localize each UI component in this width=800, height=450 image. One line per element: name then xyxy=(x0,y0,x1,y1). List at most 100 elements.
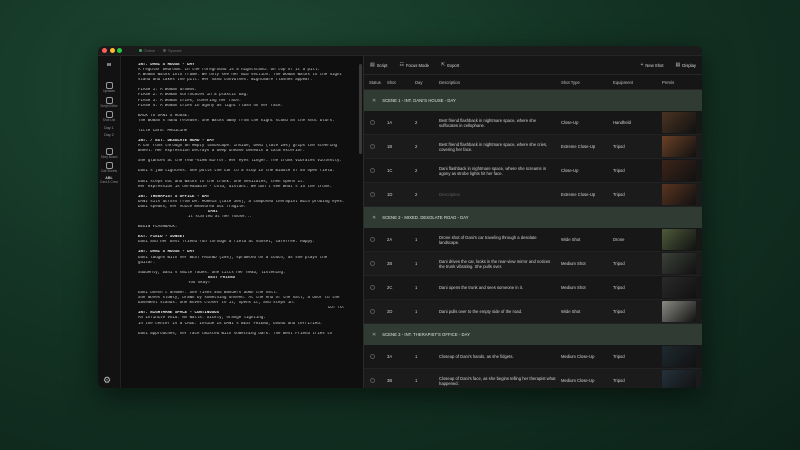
previs-thumbnail[interactable] xyxy=(662,253,696,274)
day-cell[interactable]: 1 xyxy=(410,354,434,359)
description-cell[interactable]: Dani opens the trunk and sees someone in… xyxy=(434,285,556,290)
shot-type-cell[interactable]: Medium Close-Up xyxy=(556,354,608,359)
previs-thumbnail[interactable] xyxy=(662,160,696,181)
script-action-line[interactable]: The woman's hand release. She walks away… xyxy=(138,119,357,124)
shot-cell[interactable]: 1D xyxy=(382,192,410,197)
script-action-line[interactable]: Dani laughs with her BEST FRIEND (20s), … xyxy=(138,256,357,261)
script-action-line[interactable]: Dani approaches, her face twisted with s… xyxy=(138,332,357,337)
table-row[interactable]: 2A 1 Drone shot of Dani's car traveling th… xyxy=(364,228,702,252)
rail-item-cast-crew[interactable]: ABL Cast & Crew xyxy=(98,176,120,184)
equipment-cell[interactable]: Handheld xyxy=(608,120,660,125)
status-radio[interactable] xyxy=(370,192,375,197)
equipment-cell[interactable]: Tripod xyxy=(608,261,660,266)
script-toggle-button[interactable]: ▤ Script xyxy=(370,62,387,68)
script-scene-heading[interactable]: INT. NIGHTMARE SPACE - CONTINUOUS xyxy=(138,311,357,316)
column-shot[interactable]: Shot xyxy=(382,80,410,85)
description-cell[interactable]: Closeup of Dani's hands, as she fidgets. xyxy=(434,354,556,359)
description-cell[interactable]: Description xyxy=(434,192,556,197)
table-row[interactable]: 1C 2 Dani flashback in nightmare space, wh… xyxy=(364,159,702,183)
shot-cell[interactable]: 1A xyxy=(382,120,410,125)
script-action-line[interactable]: Dani's jaw tightens. She pulls the car t… xyxy=(138,169,357,174)
shot-type-cell[interactable]: Extreme Close-Up xyxy=(556,144,608,149)
description-cell[interactable]: Best friend flashback in nightmare space… xyxy=(434,118,556,128)
settings-gear-icon[interactable]: ⚙ xyxy=(102,375,112,385)
export-button[interactable]: ⇱ Export xyxy=(441,62,459,68)
equipment-cell[interactable]: Tripod xyxy=(608,285,660,290)
shot-cell[interactable]: 2B xyxy=(382,261,410,266)
equipment-cell[interactable]: Tripod xyxy=(608,354,660,359)
table-row[interactable]: 3A 1 Closeup of Dani's hands, as she fidge… xyxy=(364,345,702,369)
shot-type-cell[interactable]: Wide Shot xyxy=(556,309,608,314)
day-cell[interactable]: 2 xyxy=(410,168,434,173)
equipment-cell[interactable]: Tripod xyxy=(608,309,660,314)
previs-thumbnail[interactable] xyxy=(662,229,696,250)
scene-header-row[interactable]: ✕ SCENE 2 - MIXED. DESOLATE ROAD - DAY xyxy=(364,207,702,228)
previs-thumbnail[interactable] xyxy=(662,277,696,298)
script-editor[interactable]: INT. DANI'S HOUSE - DAYA regular bedroom… xyxy=(121,56,364,388)
previs-thumbnail[interactable] xyxy=(662,301,696,322)
column-equipment[interactable]: Equipment xyxy=(608,80,660,85)
shot-type-cell[interactable]: Close-Up xyxy=(556,168,608,173)
column-description[interactable]: Description xyxy=(434,80,556,85)
status-radio[interactable] xyxy=(370,378,375,383)
script-scene-heading[interactable]: INT. THERAPIST'S OFFICE - DAY xyxy=(138,195,357,200)
shot-type-cell[interactable]: Close-Up xyxy=(556,120,608,125)
shot-type-cell[interactable]: Wide Shot xyxy=(556,237,608,242)
description-cell[interactable]: Dani pulls over to the empty side of the… xyxy=(434,309,556,314)
status-radio[interactable] xyxy=(370,354,375,359)
shot-type-cell[interactable]: Medium Shot xyxy=(556,285,608,290)
script-scene-heading[interactable]: EXT. FIELD - SUNSET xyxy=(138,235,357,240)
scene-header-row[interactable]: ✕ SCENE 1 - INT. DANI'S HOUSE - DAY xyxy=(364,90,702,111)
status-radio[interactable] xyxy=(370,237,375,242)
day-cell[interactable]: 1 xyxy=(410,285,434,290)
description-cell[interactable]: Dani flashback in nightmare space, where… xyxy=(434,166,556,176)
status-radio[interactable] xyxy=(370,144,375,149)
zoom-window-button[interactable] xyxy=(117,48,122,53)
shot-cell[interactable]: 2A xyxy=(382,237,410,242)
new-shot-button[interactable]: + New Shot xyxy=(640,62,663,68)
rail-day-item[interactable]: Day 2 xyxy=(98,133,120,137)
shot-cell[interactable]: 2D xyxy=(382,309,410,314)
column-status[interactable]: Status xyxy=(364,80,382,85)
shot-cell[interactable]: 2C xyxy=(382,285,410,290)
table-row[interactable]: 1A 2 Best friend flashback in nightmare sp… xyxy=(364,111,702,135)
day-cell[interactable]: 2 xyxy=(410,120,434,125)
previs-thumbnail[interactable] xyxy=(662,112,696,133)
script-scrollbar[interactable] xyxy=(359,64,362,154)
collapse-scene-icon[interactable]: ✕ xyxy=(372,98,376,104)
script-text[interactable]: INT. DANI'S HOUSE - DAYA regular bedroom… xyxy=(121,56,363,337)
description-cell[interactable]: Best friend flashback in nightmare space… xyxy=(434,142,556,152)
table-row[interactable]: 3B 1 Closeup of Dani's face, as she begins… xyxy=(364,369,702,388)
status-radio[interactable] xyxy=(370,309,375,314)
shot-type-cell[interactable]: Medium Close-Up xyxy=(556,378,608,383)
rail-item-updates[interactable]: Updates xyxy=(98,82,120,94)
column-day[interactable]: Day xyxy=(410,80,434,85)
close-window-button[interactable] xyxy=(102,48,107,53)
column-shot-type[interactable]: Shot Type xyxy=(556,80,608,85)
status-radio[interactable] xyxy=(370,168,375,173)
day-cell[interactable]: 1 xyxy=(410,237,434,242)
script-scene-heading[interactable]: INT. / EXT. DESOLATE ROAD - DAY xyxy=(138,139,357,144)
previs-thumbnail[interactable] xyxy=(662,346,696,367)
description-cell[interactable]: Dani drives the car, looks in the rear-v… xyxy=(434,259,556,269)
day-cell[interactable]: 1 xyxy=(410,309,434,314)
day-cell[interactable]: 1 xyxy=(410,378,434,383)
rail-item-story-board[interactable]: Story Board xyxy=(98,147,120,160)
shot-cell[interactable]: 3A xyxy=(382,354,410,359)
script-action-line[interactable]: She glances at the rear-view mirror. Her… xyxy=(138,159,357,164)
script-scene-heading[interactable]: INT. DANI'S HOUSE - DAY xyxy=(138,63,357,68)
description-cell[interactable]: Drone shot of Dani's car traveling throu… xyxy=(434,235,556,245)
table-row[interactable]: 2D 1 Dani pulls over to the empty side of … xyxy=(364,300,702,324)
previs-thumbnail[interactable] xyxy=(662,184,696,205)
script-scene-heading[interactable]: INT. DANI'S HOUSE - DAY xyxy=(138,250,357,255)
equipment-cell[interactable]: Tripod xyxy=(608,378,660,383)
minimize-window-button[interactable] xyxy=(109,48,115,53)
day-cell[interactable]: 1 xyxy=(410,261,434,266)
focus-mode-button[interactable]: ☷ Focus Mode xyxy=(399,62,429,68)
shot-cell[interactable]: 1C xyxy=(382,168,410,173)
table-row[interactable]: 1D 2 Description Extreme Close-Up Tripod xyxy=(364,183,702,207)
equipment-cell[interactable]: Drone xyxy=(608,237,660,242)
description-cell[interactable]: Closeup of Dani's face, as she begins te… xyxy=(434,376,556,386)
day-cell[interactable]: 2 xyxy=(410,192,434,197)
table-row[interactable]: 2B 1 Dani drives the car, looks in the rea… xyxy=(364,252,702,276)
